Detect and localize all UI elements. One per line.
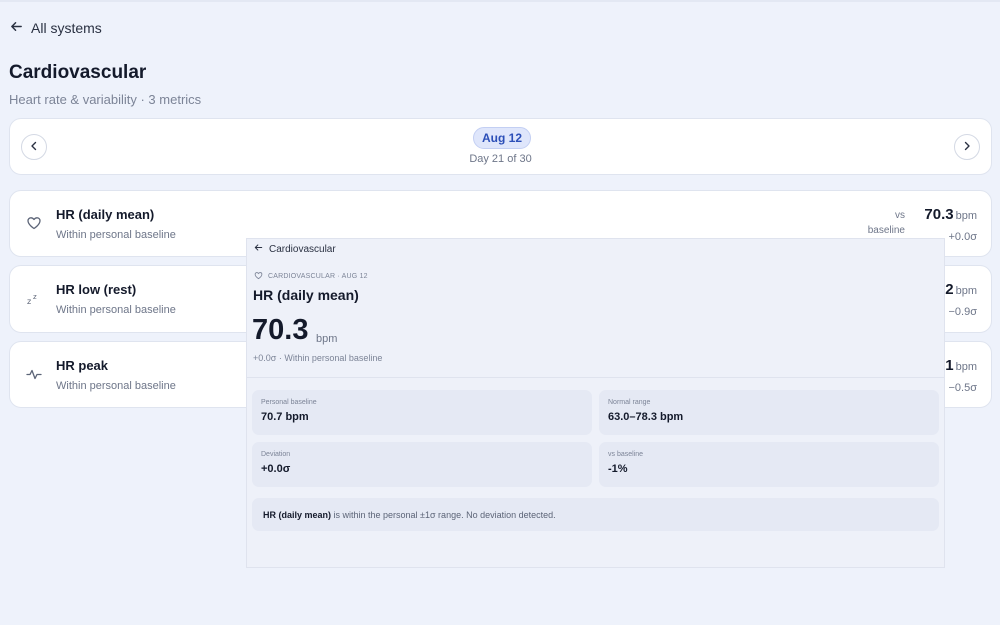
metric-detail-panel: Cardiovascular CARDIOVASCULAR · AUG 12 H… [246, 238, 945, 568]
vs-label: vs [895, 210, 905, 221]
arrow-left-icon [254, 243, 263, 255]
metric-value-number: 70.3 [924, 206, 954, 223]
stat-normal-range: Normal range 63.0–78.3 bpm [599, 390, 939, 435]
metric-name: HR (daily mean) [56, 207, 155, 222]
stat-personal-baseline: Personal baseline 70.7 bpm [252, 390, 592, 435]
metric-value: 1 bpm [945, 357, 977, 374]
metric-value: 70.3 bpm [924, 206, 977, 223]
back-label: All systems [31, 20, 102, 36]
stat-value: +0.0σ [261, 463, 291, 475]
heart-icon [254, 271, 263, 282]
metric-name: HR peak [56, 358, 109, 373]
detail-divider [247, 377, 944, 378]
sleep-icon: zz [26, 290, 42, 306]
message-text: is within the personal ±1σ range. No dev… [331, 510, 556, 520]
arrow-left-icon [10, 20, 23, 36]
vs-baseline-label: vs baseline [868, 208, 905, 238]
metric-name: HR low (rest) [56, 282, 137, 297]
day-counter: Day 21 of 30 [469, 153, 532, 165]
metric-sigma: +0.0σ [948, 231, 977, 243]
metric-unit: bpm [955, 361, 977, 373]
svg-text:z: z [27, 297, 31, 306]
message-metric: HR (daily mean) [263, 510, 332, 520]
page-title: Cardiovascular [9, 62, 147, 83]
baseline-label: baseline [867, 225, 905, 236]
stat-label: vs baseline [608, 451, 644, 458]
svg-text:z: z [33, 293, 37, 301]
top-divider [0, 0, 1000, 2]
stat-label: Personal baseline [261, 399, 317, 406]
detail-unit: bpm [316, 333, 338, 345]
metric-status: Within personal baseline [56, 380, 176, 392]
detail-tag: CARDIOVASCULAR · AUG 12 [254, 271, 368, 282]
metric-status: Within personal baseline [56, 304, 176, 316]
metric-unit: bpm [955, 210, 977, 222]
metric-value: 2 bpm [945, 281, 977, 298]
back-to-all-systems-link[interactable]: All systems [10, 20, 102, 36]
metric-value-number: 1 [945, 357, 954, 374]
stat-value: 63.0–78.3 bpm [608, 411, 684, 423]
stat-deviation: Deviation +0.0σ [252, 442, 592, 487]
date-navigator: Aug 12 Day 21 of 30 [9, 118, 992, 175]
chevron-right-icon [962, 138, 972, 156]
current-date-pill[interactable]: Aug 12 [473, 127, 531, 149]
stat-label: Normal range [608, 399, 651, 406]
pulse-icon [26, 366, 42, 382]
stat-value: -1% [608, 463, 628, 475]
metric-value-number: 2 [945, 281, 954, 298]
detail-message: HR (daily mean) is within the personal ±… [252, 498, 939, 531]
metric-sigma: −0.9σ [948, 306, 977, 318]
stat-label: Deviation [261, 451, 291, 458]
metric-status: Within personal baseline [56, 229, 176, 241]
page-subtitle: Heart rate & variability · 3 metrics [9, 92, 202, 107]
next-day-button[interactable] [954, 134, 980, 160]
detail-tag-text: CARDIOVASCULAR · AUG 12 [268, 273, 368, 280]
stat-vs-baseline: vs baseline -1% [599, 442, 939, 487]
detail-note: +0.0σ · Within personal baseline [253, 353, 383, 363]
metric-sigma: −0.5σ [948, 382, 977, 394]
back-label: Cardiovascular [269, 243, 336, 255]
metric-unit: bpm [955, 285, 977, 297]
stat-value: 70.7 bpm [261, 411, 309, 423]
detail-value: 70.3 [252, 314, 309, 346]
detail-title: HR (daily mean) [253, 287, 359, 303]
back-to-cardiovascular-link[interactable]: Cardiovascular [254, 243, 336, 255]
heart-icon [26, 215, 42, 231]
